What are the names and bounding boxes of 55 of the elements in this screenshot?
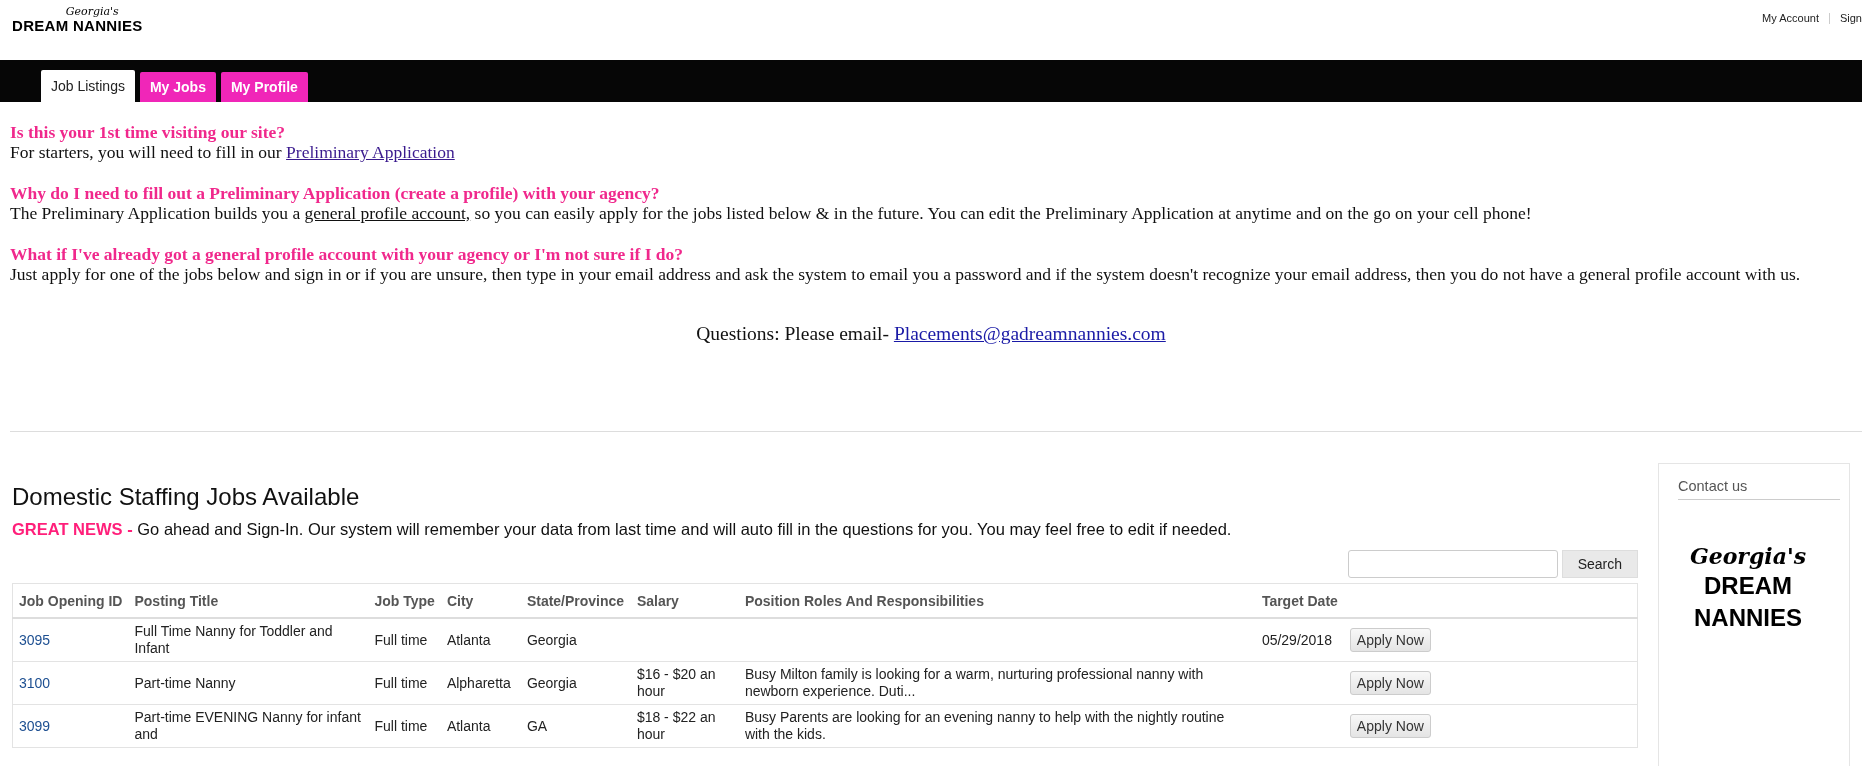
table-cell: Full time bbox=[374, 717, 428, 734]
logo-script-text: Georgia's bbox=[1689, 542, 1807, 570]
column-header: Job Type bbox=[368, 583, 441, 618]
column-header: Target Date bbox=[1255, 583, 1344, 618]
job-id-link[interactable]: 3095 bbox=[19, 631, 51, 648]
logo-text: DREAM NANNIES bbox=[12, 18, 143, 34]
column-header: Posting Title bbox=[128, 583, 369, 618]
nav-tab[interactable]: My Jobs bbox=[139, 72, 216, 102]
notice-text: GREAT NEWS - Go ahead and Sign-In. Our system will remember your data from last time and will auto fill in the questions for you. You may feel free to edit if needed. bbox=[12, 519, 1233, 540]
job-id-link[interactable]: 3099 bbox=[19, 717, 51, 734]
table-cell: $16 - $20 an hour bbox=[636, 666, 716, 699]
table-cell: Georgia bbox=[526, 674, 577, 691]
section-heading: Why do I need to fill out a Preliminary Application (create a profile) with your agency? bbox=[10, 183, 661, 203]
column-header: Position Roles And Responsibilities bbox=[738, 583, 1256, 618]
logo-text: DREAM bbox=[1704, 571, 1792, 601]
table-cell: Full Time Nanny for Toddler and Infant bbox=[134, 623, 333, 656]
search-button[interactable]: Search bbox=[1561, 550, 1638, 578]
preliminary-application-link[interactable]: Preliminary Application bbox=[286, 142, 455, 162]
table-cell: Full time bbox=[374, 674, 428, 691]
table-cell: 05/29/2018 bbox=[1261, 631, 1332, 648]
paragraph-text: The Preliminary Application builds you a general profile account, so you can easily apply for the jobs listed below & in the future. You can edit the Preliminary Application at anytime and on the go on your cell phone! bbox=[10, 203, 1533, 224]
section-heading: What if I've already got a general profile account with your agency or I'm not sure if I do? bbox=[10, 244, 685, 264]
table-cell: Alpharetta bbox=[446, 674, 511, 691]
paragraph-text: For starters, you will need to fill in our Preliminary Application bbox=[10, 142, 456, 163]
account-link[interactable]: Sign bbox=[1839, 12, 1862, 24]
search-field[interactable] bbox=[1347, 550, 1558, 578]
panel-title: Contact us bbox=[1678, 478, 1840, 500]
paragraph-text: Just apply for one of the jobs below and sign in or if you are unsure, then type in your email address and ask the system to email you a password and if the system doesn't recognize your email address, then you do not have a general profile account with us. bbox=[10, 264, 1802, 285]
job-id-link[interactable]: 3100 bbox=[19, 674, 51, 691]
table-cell: Busy Parents are looking for an evening nanny to help with the nightly routine with the kids. bbox=[744, 709, 1225, 742]
table-cell: Part-time EVENING Nanny for infant and bbox=[134, 709, 361, 742]
table-cell: Full time bbox=[374, 631, 428, 648]
column-header: Salary bbox=[630, 583, 739, 618]
column-header: Job Opening ID bbox=[12, 583, 129, 618]
column-header: City bbox=[440, 583, 521, 618]
table-cell: GA bbox=[526, 717, 548, 734]
apply-now-button[interactable]: Apply Now bbox=[1349, 628, 1431, 652]
table-cell: Georgia bbox=[526, 631, 577, 648]
table-cell: $18 - $22 an hour bbox=[636, 709, 716, 742]
table-cell: Atlanta bbox=[446, 717, 491, 734]
apply-now-button[interactable]: Apply Now bbox=[1349, 714, 1431, 738]
table-cell: Part-time Nanny bbox=[134, 674, 236, 691]
section-heading: Is this your 1st time visiting our site? bbox=[10, 122, 286, 142]
nav-tab[interactable]: My Profile bbox=[220, 72, 308, 102]
account-link[interactable]: My Account bbox=[1762, 12, 1819, 24]
logo-text: NANNIES bbox=[1694, 603, 1802, 633]
nav-tab[interactable]: Job Listings bbox=[41, 70, 135, 102]
logo-script-text: Georgia's bbox=[65, 6, 119, 18]
column-header: State/Province bbox=[520, 583, 631, 618]
apply-now-button[interactable]: Apply Now bbox=[1349, 671, 1431, 695]
table-cell: Atlanta bbox=[446, 631, 491, 648]
email-link[interactable]: Placements@gadreamnannies.com bbox=[893, 323, 1166, 344]
page-title: Domestic Staffing Jobs Available bbox=[12, 482, 361, 512]
questions-text: Questions: Please email- bbox=[696, 323, 889, 344]
table-cell: Busy Milton family is looking for a warm, nurturing professional nanny with newborn experience. Duti... bbox=[744, 666, 1204, 699]
